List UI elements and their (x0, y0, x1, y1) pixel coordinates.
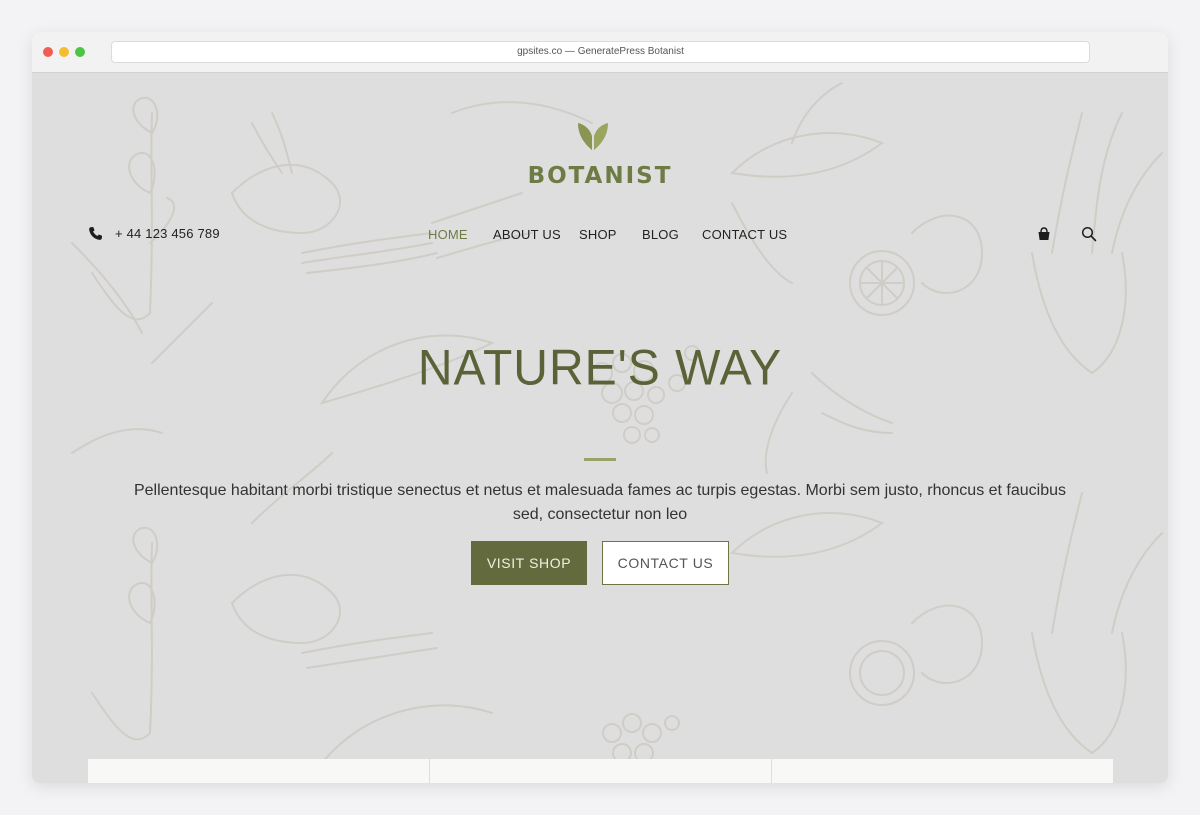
hero-description: Pellentesque habitant morbi tristique se… (133, 482, 1067, 523)
maximize-window-button[interactable] (75, 47, 85, 57)
phone-number[interactable]: + 44 123 456 789 (115, 226, 220, 241)
feature-card (772, 759, 1113, 783)
site-title[interactable]: BOTANIST (32, 163, 1168, 189)
nav-item-shop[interactable]: SHOP (579, 227, 617, 242)
contact-us-button[interactable]: CONTACT US (602, 541, 729, 585)
nav-item-about-us[interactable]: ABOUT US (493, 227, 561, 242)
leaf-logo-icon[interactable] (574, 119, 612, 153)
nav-item-blog[interactable]: BLOG (642, 227, 679, 242)
close-window-button[interactable] (43, 47, 53, 57)
address-bar[interactable]: gpsites.co — GeneratePress Botanist (111, 41, 1090, 63)
browser-toolbar: gpsites.co — GeneratePress Botanist (32, 32, 1168, 73)
phone-icon (89, 226, 103, 240)
browser-window: gpsites.co — GeneratePress Botanist BOTA… (32, 32, 1168, 783)
search-icon[interactable] (1081, 226, 1097, 242)
nav-item-home[interactable]: HOME (428, 227, 468, 242)
visit-shop-button[interactable]: VISIT SHOP (471, 541, 587, 585)
feature-card (430, 759, 771, 783)
title-divider (584, 458, 616, 461)
minimize-window-button[interactable] (59, 47, 69, 57)
shopping-bag-icon[interactable] (1036, 226, 1052, 242)
nav-item-contact-us[interactable]: CONTACT US (702, 227, 787, 242)
feature-card (88, 759, 429, 783)
page-content: BOTANIST + 44 123 456 789 HOME ABOUT US … (32, 73, 1168, 783)
hero-title: NATURE'S WAY (417, 340, 783, 397)
